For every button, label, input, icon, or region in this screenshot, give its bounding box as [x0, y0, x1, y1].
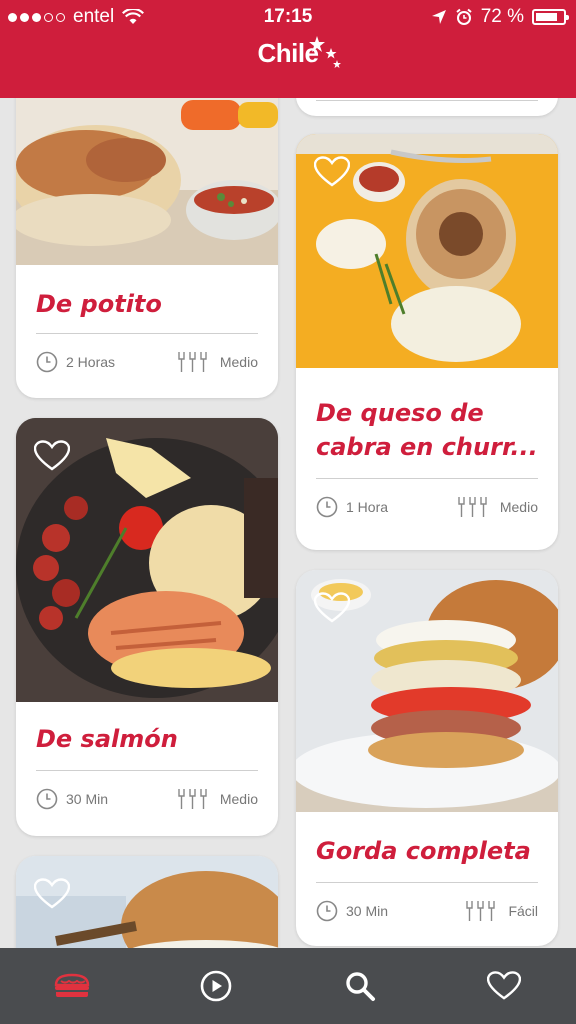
recipe-title: De salmón [36, 725, 178, 753]
recipe-difficulty: Fácil [464, 900, 538, 922]
status-bar: entel 17:15 72 % [0, 0, 576, 34]
play-icon [200, 970, 232, 1002]
bottom-nav [0, 948, 576, 1024]
clock-icon [36, 351, 58, 373]
clock-icon [316, 900, 338, 922]
cutlery-icon [178, 352, 207, 372]
recipe-image [16, 418, 278, 702]
recipe-image [296, 570, 558, 812]
recipe-title: Gorda completa [316, 837, 531, 865]
chile-logo: Chile [0, 36, 576, 69]
favorites-tab[interactable] [474, 956, 534, 1016]
alarm-icon [456, 8, 472, 25]
recipe-title: De queso de cabra en churr... [316, 399, 538, 461]
heart-outline-icon[interactable] [34, 878, 70, 910]
app-header: entel 17:15 72 % Chile [0, 0, 576, 98]
recipe-difficulty-label: Medio [499, 499, 538, 515]
recipe-time-label: 2 Horas [66, 354, 116, 370]
videos-tab[interactable] [186, 956, 246, 1016]
sandwich-icon [54, 973, 90, 997]
clock-icon [36, 788, 58, 810]
recipe-time: 30 Min [36, 788, 108, 810]
recipe-meta: 30 Min Fácil [296, 883, 558, 939]
recipe-difficulty-label: Medio [219, 791, 258, 807]
card-divider [316, 100, 538, 101]
recipe-meta: 1 Hora Medio [296, 479, 558, 535]
recipe-card[interactable]: Gorda completa 30 Min Fácil [296, 570, 558, 946]
heart-outline-icon[interactable] [314, 156, 350, 188]
recipe-time-label: 30 Min [346, 903, 389, 919]
battery-percent: 72 % [480, 6, 524, 27]
recipe-difficulty-label: Medio [219, 354, 258, 370]
recipe-difficulty-label: Fácil [508, 903, 538, 919]
recipe-difficulty: Medio [176, 788, 258, 810]
location-arrow-icon [431, 10, 446, 24]
recipe-meta: 2 Horas Medio [16, 334, 278, 390]
stars-icon [309, 36, 342, 68]
recipe-card[interactable]: De potito 2 Horas Medio [16, 60, 278, 398]
recipe-time: 2 Horas [36, 351, 115, 373]
cutlery-icon [466, 901, 496, 921]
heart-icon [487, 971, 521, 1000]
recipe-card[interactable]: De queso de cabra en churr... 1 Hora Med… [296, 134, 558, 550]
heart-outline-icon[interactable] [34, 440, 70, 472]
recipe-card[interactable]: De salmón 30 Min Medio [16, 418, 278, 836]
recipe-title: De potito [36, 290, 162, 318]
cutlery-icon [458, 497, 487, 517]
recipes-tab[interactable] [42, 956, 102, 1016]
recipe-difficulty: Medio [456, 496, 538, 518]
status-right: 72 % [431, 6, 569, 28]
cutlery-icon [178, 789, 207, 809]
search-tab[interactable] [330, 956, 390, 1016]
recipe-difficulty: Medio [176, 351, 258, 373]
recipe-time: 1 Hora [316, 496, 388, 518]
recipe-time-label: 1 Hora [346, 499, 389, 515]
recipe-time: 30 Min [316, 900, 388, 922]
heart-outline-icon[interactable] [314, 592, 350, 624]
battery-icon [532, 9, 569, 25]
search-icon [346, 972, 375, 1001]
recipe-image [296, 134, 558, 368]
clock-icon [316, 496, 338, 518]
recipe-meta: 30 Min Medio [16, 771, 278, 827]
recipe-time-label: 30 Min [66, 791, 109, 807]
